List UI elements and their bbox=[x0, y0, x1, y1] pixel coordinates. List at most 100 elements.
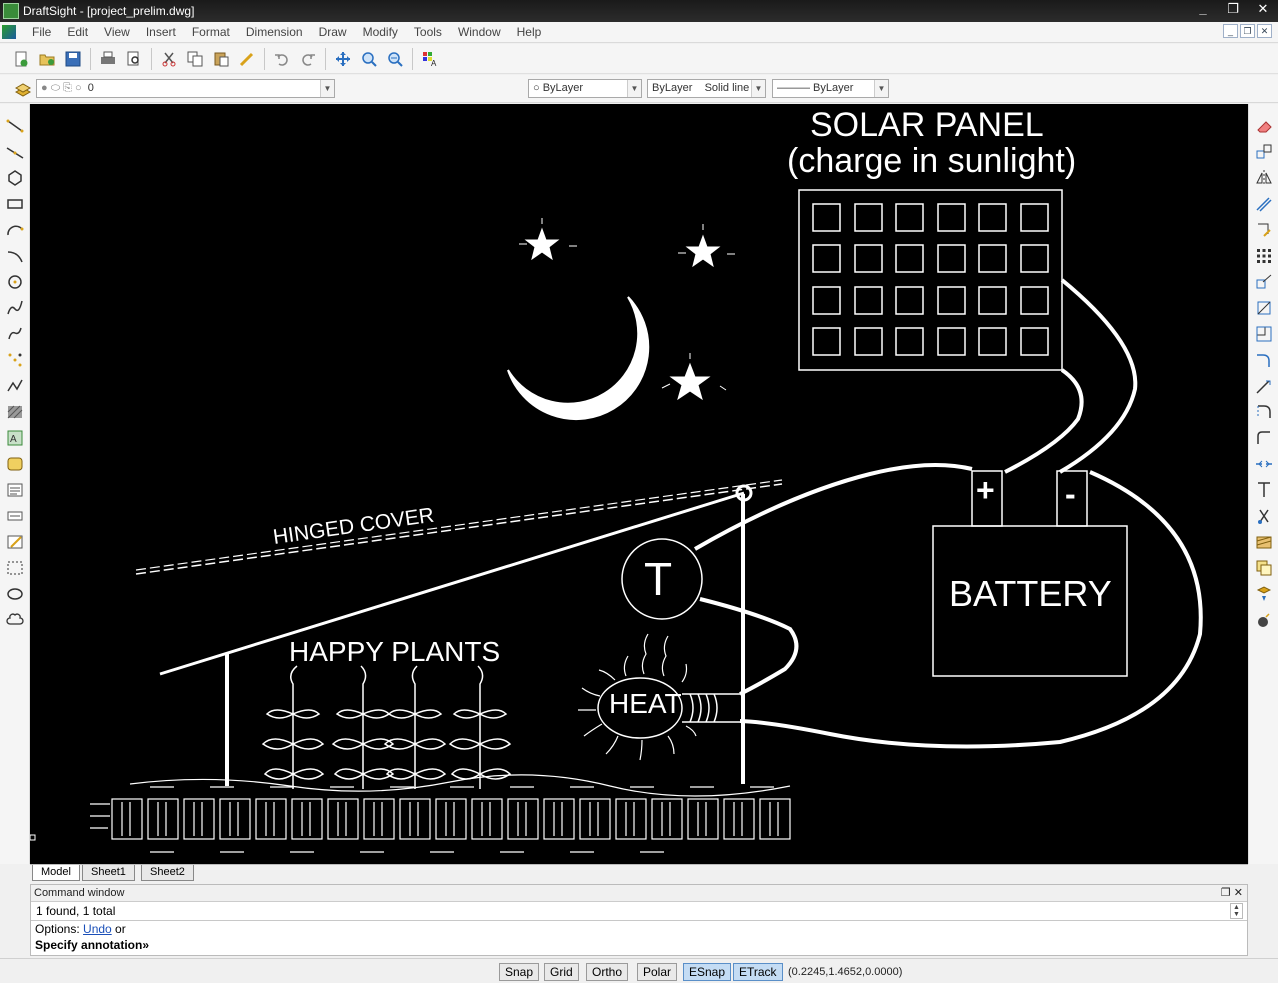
menu-format[interactable]: Format bbox=[184, 25, 238, 39]
polyline-icon[interactable] bbox=[5, 376, 25, 396]
trim-icon[interactable] bbox=[1254, 402, 1274, 422]
eraser-icon[interactable] bbox=[1254, 116, 1274, 136]
grid-toggle[interactable]: Grid bbox=[544, 963, 579, 981]
hinged-cover-line bbox=[135, 483, 783, 575]
save-icon[interactable] bbox=[62, 48, 84, 70]
line-icon[interactable] bbox=[5, 116, 25, 136]
command-scrollbar[interactable]: ▲ ▼ bbox=[1230, 903, 1243, 919]
edit-annotation-icon[interactable] bbox=[5, 532, 25, 552]
make-block-icon[interactable] bbox=[5, 454, 25, 474]
snap-toggle[interactable]: Snap bbox=[499, 963, 540, 981]
note-icon[interactable] bbox=[5, 480, 25, 500]
command-window-title: Command window bbox=[34, 887, 125, 899]
star-3 bbox=[669, 362, 711, 401]
lineweight-dropdown[interactable]: ——— ByLayer ▼ bbox=[772, 79, 889, 98]
menu-help[interactable]: Help bbox=[509, 25, 550, 39]
bomb-icon[interactable] bbox=[1254, 610, 1274, 630]
tab-sheet1[interactable]: Sheet1 bbox=[82, 865, 135, 881]
ortho-toggle[interactable]: Ortho bbox=[586, 963, 629, 981]
polygon-icon[interactable] bbox=[5, 168, 25, 188]
hatch-icon[interactable] bbox=[5, 402, 25, 422]
menu-insert[interactable]: Insert bbox=[138, 25, 184, 39]
rotate-icon[interactable] bbox=[1254, 298, 1274, 318]
infinite-line-icon[interactable] bbox=[5, 142, 25, 162]
copy-entity-icon[interactable] bbox=[1254, 142, 1274, 162]
fillet-icon[interactable] bbox=[1254, 506, 1274, 526]
pan-icon[interactable] bbox=[332, 48, 354, 70]
status-bar: Snap Grid Ortho Polar ESnap ETrack (0.22… bbox=[0, 958, 1278, 983]
paste-icon[interactable] bbox=[210, 48, 232, 70]
simple-note-icon[interactable] bbox=[5, 506, 25, 526]
spline-icon[interactable] bbox=[5, 298, 25, 318]
layer-value: 0 bbox=[87, 82, 94, 94]
menu-edit[interactable]: Edit bbox=[59, 25, 96, 39]
menu-tools[interactable]: Tools bbox=[406, 25, 450, 39]
polar-toggle[interactable]: Polar bbox=[637, 963, 678, 981]
redo-icon[interactable] bbox=[297, 48, 319, 70]
rectangle-icon[interactable] bbox=[5, 194, 25, 214]
ellipse-icon[interactable] bbox=[5, 584, 25, 604]
match-properties-icon[interactable] bbox=[236, 48, 258, 70]
linestyle-dropdown[interactable]: ByLayer Solid line ▼ bbox=[647, 79, 766, 98]
layer-dropdown[interactable]: ● ⬭ ⎘ ○ 0 ▼ bbox=[36, 79, 335, 98]
esnap-toggle[interactable]: ESnap bbox=[683, 963, 732, 981]
copy-icon[interactable] bbox=[184, 48, 206, 70]
menu-draw[interactable]: Draw bbox=[311, 25, 355, 39]
explode-icon[interactable] bbox=[1254, 558, 1274, 578]
plants-label: HAPPY PLANTS bbox=[289, 636, 501, 667]
insert-block-icon[interactable]: A bbox=[5, 428, 25, 448]
menu-view[interactable]: View bbox=[96, 25, 138, 39]
moon bbox=[507, 296, 650, 421]
doc-restore-button[interactable]: ❐ bbox=[1240, 24, 1255, 38]
lengthen-icon[interactable] bbox=[1254, 376, 1274, 396]
join-icon[interactable] bbox=[1254, 480, 1274, 500]
menu-dimension[interactable]: Dimension bbox=[238, 25, 311, 39]
open-folder-icon[interactable] bbox=[36, 48, 58, 70]
move-icon[interactable] bbox=[1254, 272, 1274, 292]
menu-window[interactable]: Window bbox=[450, 25, 509, 39]
minimize-button[interactable]: _ bbox=[1188, 0, 1218, 18]
close-button[interactable]: ✕ bbox=[1248, 0, 1278, 18]
zoom-icon[interactable] bbox=[358, 48, 380, 70]
elliptical-arc-icon[interactable] bbox=[5, 246, 25, 266]
edit-hatch-icon[interactable] bbox=[1254, 584, 1274, 604]
arc-icon[interactable] bbox=[5, 220, 25, 240]
undo-icon[interactable] bbox=[271, 48, 293, 70]
print-icon[interactable] bbox=[97, 48, 119, 70]
tab-sheet2[interactable]: Sheet2 bbox=[141, 865, 194, 881]
zoom-previous-icon[interactable] bbox=[384, 48, 406, 70]
array-icon[interactable] bbox=[1254, 246, 1274, 266]
new-file-icon[interactable] bbox=[10, 48, 32, 70]
menu-file[interactable]: File bbox=[24, 25, 59, 39]
plants bbox=[261, 665, 512, 789]
drawing-canvas[interactable]: SOLAR PANEL (charge in sunlight) BATTERY… bbox=[30, 104, 1248, 864]
stretch-icon[interactable] bbox=[1254, 350, 1274, 370]
command-prompt[interactable]: Specify annotation» bbox=[31, 937, 1247, 953]
color-table-icon[interactable]: A bbox=[419, 48, 441, 70]
mirror-icon[interactable] bbox=[1254, 168, 1274, 188]
cut-icon[interactable] bbox=[158, 48, 180, 70]
region-icon[interactable] bbox=[5, 558, 25, 578]
doc-minimize-button[interactable]: _ bbox=[1223, 24, 1238, 38]
tab-model[interactable]: Model bbox=[32, 865, 80, 881]
pattern-icon[interactable] bbox=[1254, 220, 1274, 240]
color-dropdown[interactable]: ○ ByLayer ▼ bbox=[528, 79, 642, 98]
etrack-toggle[interactable]: ETrack bbox=[733, 963, 783, 981]
offset-icon[interactable] bbox=[1254, 194, 1274, 214]
command-window-controls[interactable]: ❐ ✕ bbox=[1221, 885, 1243, 901]
menu-modify[interactable]: Modify bbox=[355, 25, 406, 39]
scale-icon[interactable] bbox=[1254, 324, 1274, 344]
print-preview-icon[interactable] bbox=[123, 48, 145, 70]
doc-close-button[interactable]: ✕ bbox=[1257, 24, 1272, 38]
cloud-icon[interactable] bbox=[5, 610, 25, 630]
point-icon[interactable] bbox=[5, 350, 25, 370]
layer-manager-icon[interactable] bbox=[12, 78, 34, 100]
undo-link[interactable]: Undo bbox=[83, 922, 112, 936]
extend-icon[interactable] bbox=[1254, 428, 1274, 448]
sketch-icon[interactable] bbox=[5, 324, 25, 344]
restore-button[interactable]: ❐ bbox=[1218, 0, 1248, 18]
document-controls: _ ❐ ✕ bbox=[1223, 24, 1272, 38]
break-icon[interactable] bbox=[1254, 454, 1274, 474]
circle-icon[interactable] bbox=[5, 272, 25, 292]
chamfer-icon[interactable] bbox=[1254, 532, 1274, 552]
